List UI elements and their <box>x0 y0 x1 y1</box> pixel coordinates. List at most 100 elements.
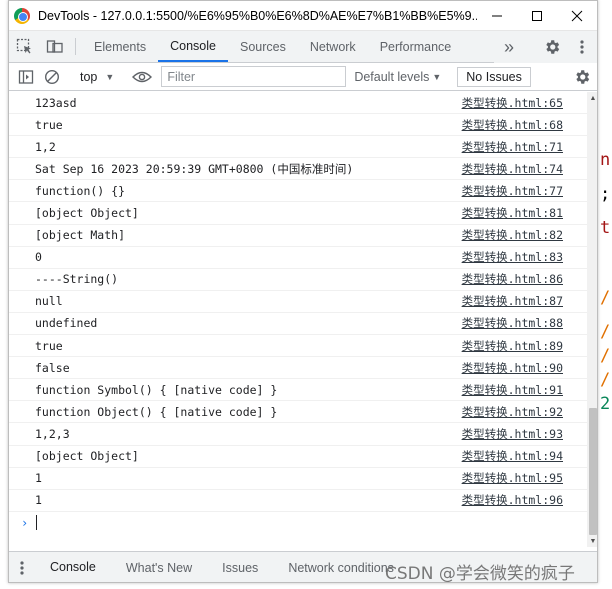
window-title: DevTools - 127.0.0.1:5500/%E6%95%B0%E6%8… <box>38 8 477 23</box>
chevron-double-right-icon: » <box>503 36 514 57</box>
tab-bar-actions: » <box>494 31 597 63</box>
triangle-down-icon: ▼ <box>432 71 442 82</box>
minimize-icon <box>492 15 502 16</box>
console-message-row: 0 类型转换.html:83 <box>9 247 597 269</box>
tab-performance[interactable]: Performance <box>368 31 464 62</box>
tab-console[interactable]: Console <box>158 31 228 62</box>
customize-menu-button[interactable] <box>567 39 597 55</box>
console-message-text: function Symbol() { [native code] } <box>35 382 278 397</box>
log-levels-dropdown[interactable]: Default levels ▼ <box>354 70 441 84</box>
console-message-text: 1 <box>35 493 42 508</box>
show-sidebar-button[interactable] <box>13 64 39 90</box>
context-selector[interactable]: top ▼ <box>74 70 120 84</box>
source-link[interactable]: 类型转换.html:81 <box>462 205 563 221</box>
background-editor: n ; t / / / / 2 <box>596 0 612 589</box>
source-link[interactable]: 类型转换.html:86 <box>462 271 563 287</box>
source-link[interactable]: 类型转换.html:89 <box>462 338 563 354</box>
maximize-button[interactable] <box>517 1 557 31</box>
inspect-element-button[interactable] <box>9 31 39 62</box>
console-message-text: function() {} <box>35 183 126 198</box>
chrome-logo-icon <box>14 7 30 24</box>
source-link[interactable]: 类型转换.html:74 <box>462 161 563 177</box>
console-message-row: [object Object] 类型转换.html:94 <box>9 446 597 468</box>
drawer-tab-console[interactable]: Console <box>35 552 111 582</box>
device-toggle-icon <box>46 40 63 53</box>
device-toolbar-button[interactable] <box>39 31 69 62</box>
kebab-menu-icon <box>580 40 584 54</box>
drawer-menu-button[interactable] <box>9 552 35 582</box>
minimize-button[interactable] <box>477 1 517 31</box>
source-link[interactable]: 类型转换.html:96 <box>462 492 563 508</box>
source-link[interactable]: 类型转换.html:93 <box>462 426 563 442</box>
console-message-text: 123asd <box>35 95 77 110</box>
console-message-text: ----String() <box>35 272 119 287</box>
scroll-up-arrow-icon[interactable]: ▲ <box>587 92 597 104</box>
tab-sources[interactable]: Sources <box>228 31 298 62</box>
drawer-tab-whats-new[interactable]: What's New <box>111 552 207 582</box>
source-link[interactable]: 类型转换.html:94 <box>462 448 563 464</box>
console-message-row: 123asd 类型转换.html:65 <box>9 92 597 115</box>
text-caret <box>36 515 38 531</box>
title-bar: DevTools - 127.0.0.1:5500/%E6%95%B0%E6%8… <box>9 1 597 31</box>
filter-input[interactable] <box>161 66 347 87</box>
console-prompt[interactable]: › <box>9 512 597 534</box>
console-toolbar: top ▼ Default levels ▼ No Issues <box>9 63 597 91</box>
kebab-menu-icon <box>20 561 24 575</box>
source-link[interactable]: 类型转换.html:88 <box>462 315 563 331</box>
console-output[interactable]: 123asd 类型转换.html:65 true 类型转换.html:68 1,2 类型转… <box>9 92 597 547</box>
more-tabs-button[interactable]: » <box>494 37 524 58</box>
settings-button[interactable] <box>537 38 567 56</box>
clear-console-icon <box>44 69 60 84</box>
source-link[interactable]: 类型转换.html:71 <box>462 139 563 155</box>
console-settings-button[interactable] <box>569 64 595 90</box>
tab-elements[interactable]: Elements <box>82 31 158 62</box>
console-scrollbar[interactable]: ▲ ▼ <box>587 92 597 547</box>
panel-tab-bar: Elements Console Sources Network Perform… <box>9 31 597 63</box>
source-link[interactable]: 类型转换.html:90 <box>462 360 563 376</box>
chevron-right-icon: › <box>21 515 29 530</box>
console-message-text: [object Object] <box>35 449 139 464</box>
console-message-row: false 类型转换.html:90 <box>9 357 597 380</box>
console-message-row: true 类型转换.html:89 <box>9 335 597 358</box>
console-message-text: 0 <box>35 250 42 265</box>
console-message-row: [object Math] 类型转换.html:82 <box>9 225 597 247</box>
drawer-tab-issues[interactable]: Issues <box>207 552 273 582</box>
console-message-row: true 类型转换.html:68 <box>9 114 597 137</box>
editor-glyph: 2 <box>600 394 611 414</box>
maximize-icon <box>532 10 542 21</box>
tab-network[interactable]: Network <box>298 31 368 62</box>
console-message-text: null <box>35 294 63 309</box>
console-message-row: function Symbol() { [native code] } 类型转换.… <box>9 379 597 402</box>
source-link[interactable]: 类型转换.html:92 <box>462 404 563 420</box>
gear-icon <box>576 70 590 84</box>
source-link[interactable]: 类型转换.html:82 <box>462 227 563 243</box>
console-message-row: 1 类型转换.html:96 <box>9 490 597 512</box>
console-message-row: Sat Sep 16 2023 20:59:39 GMT+0800 (中国标准时… <box>9 158 597 181</box>
source-link[interactable]: 类型转换.html:87 <box>462 293 563 309</box>
sidebar-toggle-icon <box>18 69 34 84</box>
issues-button[interactable]: No Issues <box>457 66 531 87</box>
console-message-row: [object Object] 类型转换.html:81 <box>9 202 597 225</box>
source-link[interactable]: 类型转换.html:68 <box>462 117 563 133</box>
source-link[interactable]: 类型转换.html:91 <box>462 382 563 398</box>
console-message-row: function Object() { [native code] } 类型转换.… <box>9 401 597 424</box>
console-message-row: undefined 类型转换.html:88 <box>9 313 597 336</box>
console-message-text: function Object() { [native code] } <box>35 404 278 419</box>
console-message-row: ----String() 类型转换.html:86 <box>9 269 597 291</box>
close-icon <box>571 10 583 21</box>
source-link[interactable]: 类型转换.html:95 <box>462 470 563 486</box>
console-message-text: 1 <box>35 471 42 486</box>
source-link[interactable]: 类型转换.html:65 <box>462 95 563 111</box>
source-link[interactable]: 类型转换.html:83 <box>462 249 563 265</box>
editor-glyph: ; <box>600 184 611 204</box>
console-message-row: 1,2,3 类型转换.html:93 <box>9 423 597 446</box>
close-button[interactable] <box>557 1 597 31</box>
clear-console-button[interactable] <box>39 64 65 90</box>
scroll-down-arrow-icon[interactable]: ▼ <box>587 535 597 547</box>
console-message-row: null 类型转换.html:87 <box>9 291 597 313</box>
live-expression-button[interactable] <box>129 64 155 90</box>
source-link[interactable]: 类型转换.html:77 <box>462 183 563 199</box>
devtools-window: DevTools - 127.0.0.1:5500/%E6%95%B0%E6%8… <box>8 0 598 583</box>
scrollbar-thumb[interactable] <box>589 408 597 535</box>
inspect-element-icon <box>16 38 31 54</box>
